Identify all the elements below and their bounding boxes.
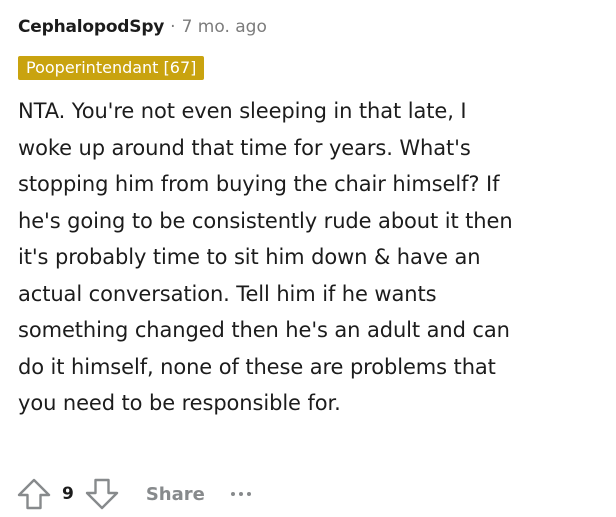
share-button[interactable]: Share bbox=[146, 484, 205, 505]
comment-line: do it himself, none of these are problem… bbox=[18, 354, 496, 379]
comment-meta: CephalopodSpy · 7 mo. ago bbox=[18, 14, 608, 40]
comment-line: NTA. You're not even sleeping in that la… bbox=[18, 99, 467, 123]
comment-line: actual conversation. Tell him if he want… bbox=[18, 281, 437, 306]
downvote-arrow-icon[interactable] bbox=[84, 476, 120, 512]
comment-timestamp[interactable]: 7 mo. ago bbox=[182, 14, 267, 40]
comment-line: something changed then he's an adult and… bbox=[18, 318, 510, 342]
more-dot bbox=[238, 492, 243, 496]
vote-count: 9 bbox=[62, 484, 74, 504]
comment-body: NTA. You're not even sleeping in that la… bbox=[18, 93, 606, 422]
meta-separator: · bbox=[170, 17, 176, 37]
comment-line: stopping him from buying the chair himse… bbox=[18, 172, 500, 196]
more-dots-icon[interactable] bbox=[230, 492, 251, 496]
comment-actions: 9 Share bbox=[16, 474, 251, 514]
comment-line: he's going to be consistently rude about… bbox=[18, 208, 513, 233]
more-dot bbox=[246, 492, 251, 496]
comment-line: woke up around that time for years. What… bbox=[18, 135, 471, 160]
comment: CephalopodSpy · 7 mo. ago Pooperintendan… bbox=[18, 14, 608, 422]
more-dot bbox=[230, 492, 235, 496]
author-name[interactable]: CephalopodSpy bbox=[18, 14, 164, 40]
upvote-arrow-icon[interactable] bbox=[16, 476, 52, 512]
user-flair: Pooperintendant [67] bbox=[18, 56, 205, 80]
comment-line: it's probably time to sit him down & hav… bbox=[18, 245, 481, 269]
comment-line: you need to be responsible for. bbox=[18, 391, 341, 415]
